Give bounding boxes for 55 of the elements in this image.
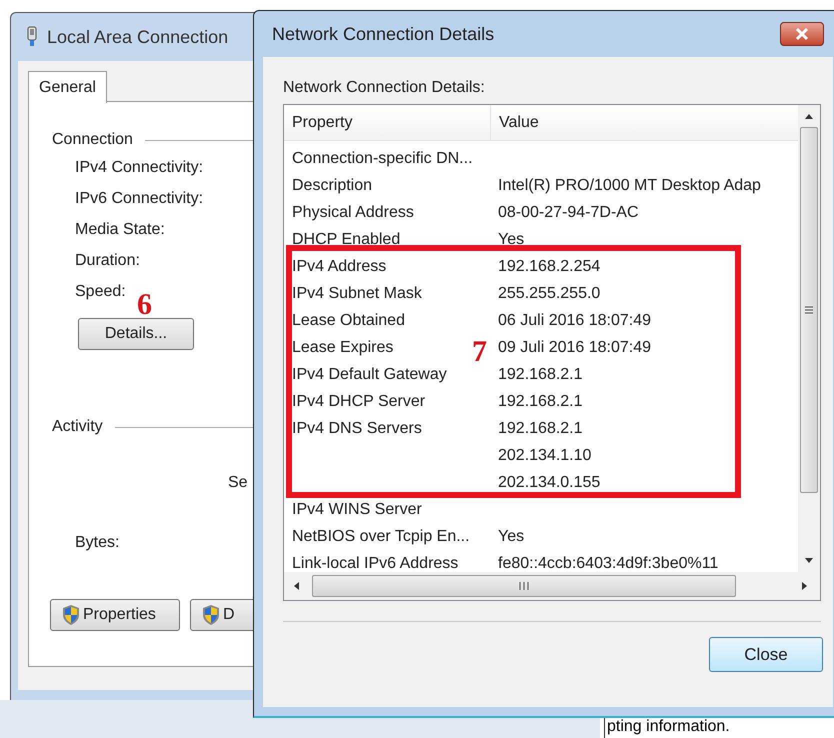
horizontal-scrollbar[interactable]: [284, 572, 820, 600]
value-cell-text: 255.255.255.0: [498, 284, 600, 304]
property-cell-text: Lease Obtained: [292, 310, 405, 330]
field-label: Speed:: [75, 282, 126, 302]
scrollbar-thumb[interactable]: [800, 127, 818, 493]
tab[interactable]: General: [28, 71, 107, 103]
value-cell-text: 08-00-27-94-7D-AC: [498, 202, 639, 222]
annotation-number: 6: [137, 290, 152, 320]
value-cell-text: Intel(R) PRO/1000 MT Desktop Adap: [498, 176, 761, 196]
value-cell-text: 192.168.2.1: [498, 418, 583, 438]
property-cell-text: NetBIOS over Tcpip En...: [292, 526, 470, 546]
details-button[interactable]: Details...: [78, 318, 194, 350]
property-cell-text: IPv4 DNS Servers: [292, 418, 422, 438]
value-cell-text: 202.134.0.155: [498, 472, 600, 492]
field-label: IPv6 Connectivity:: [75, 188, 204, 208]
properties-button[interactable]: Properties: [50, 599, 180, 631]
field-label: IPv4 Connectivity:: [75, 158, 204, 178]
property-cell-text: IPv4 WINS Server: [292, 500, 422, 520]
property-cell-text: Description: [292, 176, 372, 196]
list-label: Network Connection Details:: [283, 78, 486, 96]
value-cell-text: Yes: [498, 230, 524, 250]
field-label: Media State:: [75, 220, 165, 240]
property-cell-text: Connection-specific DN...: [292, 148, 473, 168]
property-cell-text: Lease Expires: [292, 338, 394, 358]
group-label: Activity: [52, 417, 103, 437]
field-label: Bytes:: [75, 534, 120, 551]
close-button[interactable]: Close: [709, 637, 823, 672]
property-cell-text: Physical Address: [292, 202, 414, 222]
annotation-number: 7: [472, 337, 487, 367]
column-header[interactable]: Value: [491, 105, 798, 140]
window-title: Local Area Connection: [47, 26, 228, 48]
value-cell-text: 09 Juli 2016 18:07:49: [498, 338, 652, 358]
value-cell-text: 06 Juli 2016 18:07:49: [498, 310, 652, 330]
network-adapter-icon: [25, 26, 39, 48]
property-cell-text: IPv4 Default Gateway: [292, 364, 447, 384]
group-label: Connection: [52, 130, 133, 150]
field-label: Duration:: [75, 250, 140, 270]
property-cell-text: Link-local IPv6 Address: [292, 554, 458, 572]
value-cell-text: 192.168.2.254: [498, 256, 600, 276]
value-cell-text: 202.134.1.10: [498, 446, 592, 466]
close-icon[interactable]: [780, 22, 824, 46]
value-cell-text: 192.168.2.1: [498, 392, 583, 412]
value-cell-text: fe80::4ccb:6403:4d9f:3be0%11: [498, 554, 718, 572]
dialog-title: Network Connection Details: [272, 22, 494, 46]
property-cell-text: IPv4 DHCP Server: [292, 392, 426, 412]
vertical-scrollbar[interactable]: [798, 105, 820, 572]
column-header[interactable]: Property: [284, 105, 491, 140]
property-cell-text: IPv4 Subnet Mask: [292, 284, 422, 304]
property-cell-text: DHCP Enabled: [292, 230, 400, 250]
column-header: Se: [228, 474, 248, 491]
property-cell-text: IPv4 Address: [292, 256, 386, 276]
action-button[interactable]: D: [190, 599, 256, 631]
value-cell-text: 192.168.2.1: [498, 364, 583, 384]
value-cell-text: Yes: [498, 526, 524, 546]
scrollbar-thumb[interactable]: [312, 575, 736, 597]
